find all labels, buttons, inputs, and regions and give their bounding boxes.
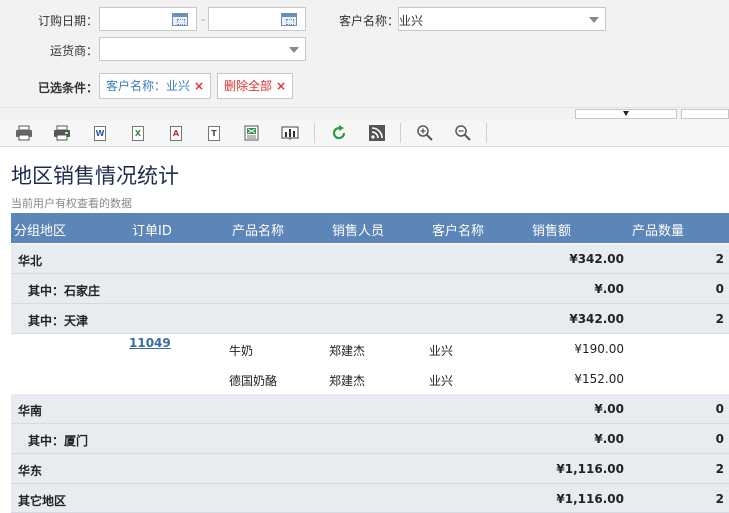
print-icon[interactable] <box>14 123 34 143</box>
amount-cell: ¥.00 <box>594 402 624 416</box>
table-row: 德国奶酪 郑建杰 业兴 ¥152.00 <box>11 364 729 394</box>
zoom-in-icon[interactable] <box>415 123 435 143</box>
product-cell: 德国奶酪 <box>229 374 278 388</box>
shipper-select[interactable] <box>99 37 306 61</box>
condition-chip-customer[interactable]: 客户名称：业兴 × <box>99 73 212 99</box>
quantity-cell: 0 <box>715 282 724 296</box>
table-row: 华南 ¥.00 0 <box>11 394 729 424</box>
export-word-icon[interactable]: W <box>90 123 110 143</box>
customer-label: 客户名称： <box>339 14 400 28</box>
order-date-label: 订购日期： <box>38 14 99 28</box>
quantity-cell: 2 <box>715 492 724 506</box>
salesperson-cell: 郑建杰 <box>329 374 366 388</box>
column-header-order-id[interactable]: 订单ID <box>132 220 172 239</box>
table-row: 其中：石家庄 ¥.00 0 <box>11 274 729 304</box>
selected-conditions-label: 已选条件： <box>38 81 99 95</box>
table-row: 华东 ¥1,116.00 2 <box>11 454 729 484</box>
chart-icon[interactable] <box>280 123 300 143</box>
report-subtitle: 当前用户有权查看的数据 <box>11 197 132 210</box>
column-header-customer[interactable]: 客户名称 <box>432 220 484 239</box>
panel-toggle-strip <box>0 107 729 119</box>
table-header: 分组地区 订单ID 产品名称 销售人员 客户名称 销售额 产品数量 <box>11 213 729 243</box>
print-preview-icon[interactable] <box>52 123 72 143</box>
collapse-arrow-icon[interactable] <box>623 111 629 116</box>
column-header-product[interactable]: 产品名称 <box>232 220 284 239</box>
order-id-link[interactable]: 11049 <box>129 336 171 350</box>
toolbar-separator <box>400 123 401 143</box>
table-row: 其中：天津 ¥342.00 2 <box>11 304 729 334</box>
chevron-down-icon[interactable] <box>289 47 299 53</box>
amount-cell: ¥342.00 <box>569 312 624 326</box>
toolbar-separator <box>486 123 487 143</box>
quantity-cell: 0 <box>715 402 724 416</box>
amount-cell: ¥1,116.00 <box>556 462 624 476</box>
column-header-region[interactable]: 分组地区 <box>14 220 66 239</box>
region-cell: 其中：天津 <box>28 314 89 328</box>
amount-cell: ¥342.00 <box>569 252 624 266</box>
region-cell: 华南 <box>18 404 43 418</box>
report-title: 地区销售情况统计 <box>11 164 179 188</box>
region-cell: 其它地区 <box>18 494 67 508</box>
calendar-icon[interactable] <box>281 13 297 26</box>
date-separator: - <box>201 13 205 26</box>
amount-cell: ¥190.00 <box>574 342 624 356</box>
export-image-excel-icon[interactable] <box>242 123 262 143</box>
column-header-quantity[interactable]: 产品数量 <box>632 220 684 239</box>
chevron-down-icon[interactable] <box>589 17 599 23</box>
amount-cell: ¥1,116.00 <box>556 492 624 506</box>
quantity-cell: 2 <box>715 462 724 476</box>
table-row: 华北 ¥342.00 2 <box>11 244 729 274</box>
export-pdf-icon[interactable]: A <box>166 123 186 143</box>
filter-panel: 订购日期： - 客户名称： 业兴 运货商： 已选条件： 客户名称：业兴 × 删除全… <box>0 0 729 107</box>
product-cell: 牛奶 <box>229 344 254 358</box>
clear-all-button[interactable]: 删除全部 × <box>217 73 294 99</box>
column-header-salesperson[interactable]: 销售人员 <box>332 220 384 239</box>
shipper-label: 运货商： <box>50 44 99 58</box>
order-date-start-field[interactable] <box>99 7 197 31</box>
clear-all-label: 删除全部 <box>224 79 273 93</box>
close-icon[interactable]: × <box>194 79 204 93</box>
amount-cell: ¥.00 <box>594 432 624 446</box>
order-date-end-field[interactable] <box>208 7 306 31</box>
table-row: 11049 牛奶 郑建杰 业兴 ¥190.00 <box>11 334 729 364</box>
secondary-tab[interactable] <box>681 109 729 119</box>
customer-cell: 业兴 <box>429 344 454 358</box>
quantity-cell: 2 <box>715 252 724 266</box>
amount-cell: ¥152.00 <box>574 372 624 386</box>
customer-select-value: 业兴 <box>399 14 424 28</box>
region-cell: 其中：石家庄 <box>28 284 101 298</box>
salesperson-cell: 郑建杰 <box>329 344 366 358</box>
calendar-icon[interactable] <box>172 13 188 26</box>
region-cell: 其中：厦门 <box>28 434 89 448</box>
customer-select[interactable]: 业兴 <box>398 7 606 31</box>
export-text-icon[interactable]: T <box>204 123 224 143</box>
refresh-icon[interactable] <box>329 123 349 143</box>
quantity-cell: 2 <box>715 312 724 326</box>
toolbar-separator <box>314 123 315 143</box>
report-toolbar: W X A T <box>0 119 729 147</box>
condition-chip-label: 客户名称：业兴 <box>106 79 191 93</box>
export-excel-icon[interactable]: X <box>128 123 148 143</box>
region-cell: 华东 <box>18 464 43 478</box>
region-cell: 华北 <box>18 254 43 268</box>
close-icon[interactable]: × <box>276 79 286 93</box>
rss-icon[interactable] <box>367 123 387 143</box>
table-row: 其它地区 ¥1,116.00 2 <box>11 484 729 513</box>
zoom-out-icon[interactable] <box>453 123 473 143</box>
customer-cell: 业兴 <box>429 374 454 388</box>
quantity-cell: 0 <box>715 432 724 446</box>
column-header-amount[interactable]: 销售额 <box>532 220 571 239</box>
table-row: 其中：厦门 ¥.00 0 <box>11 424 729 454</box>
amount-cell: ¥.00 <box>594 282 624 296</box>
